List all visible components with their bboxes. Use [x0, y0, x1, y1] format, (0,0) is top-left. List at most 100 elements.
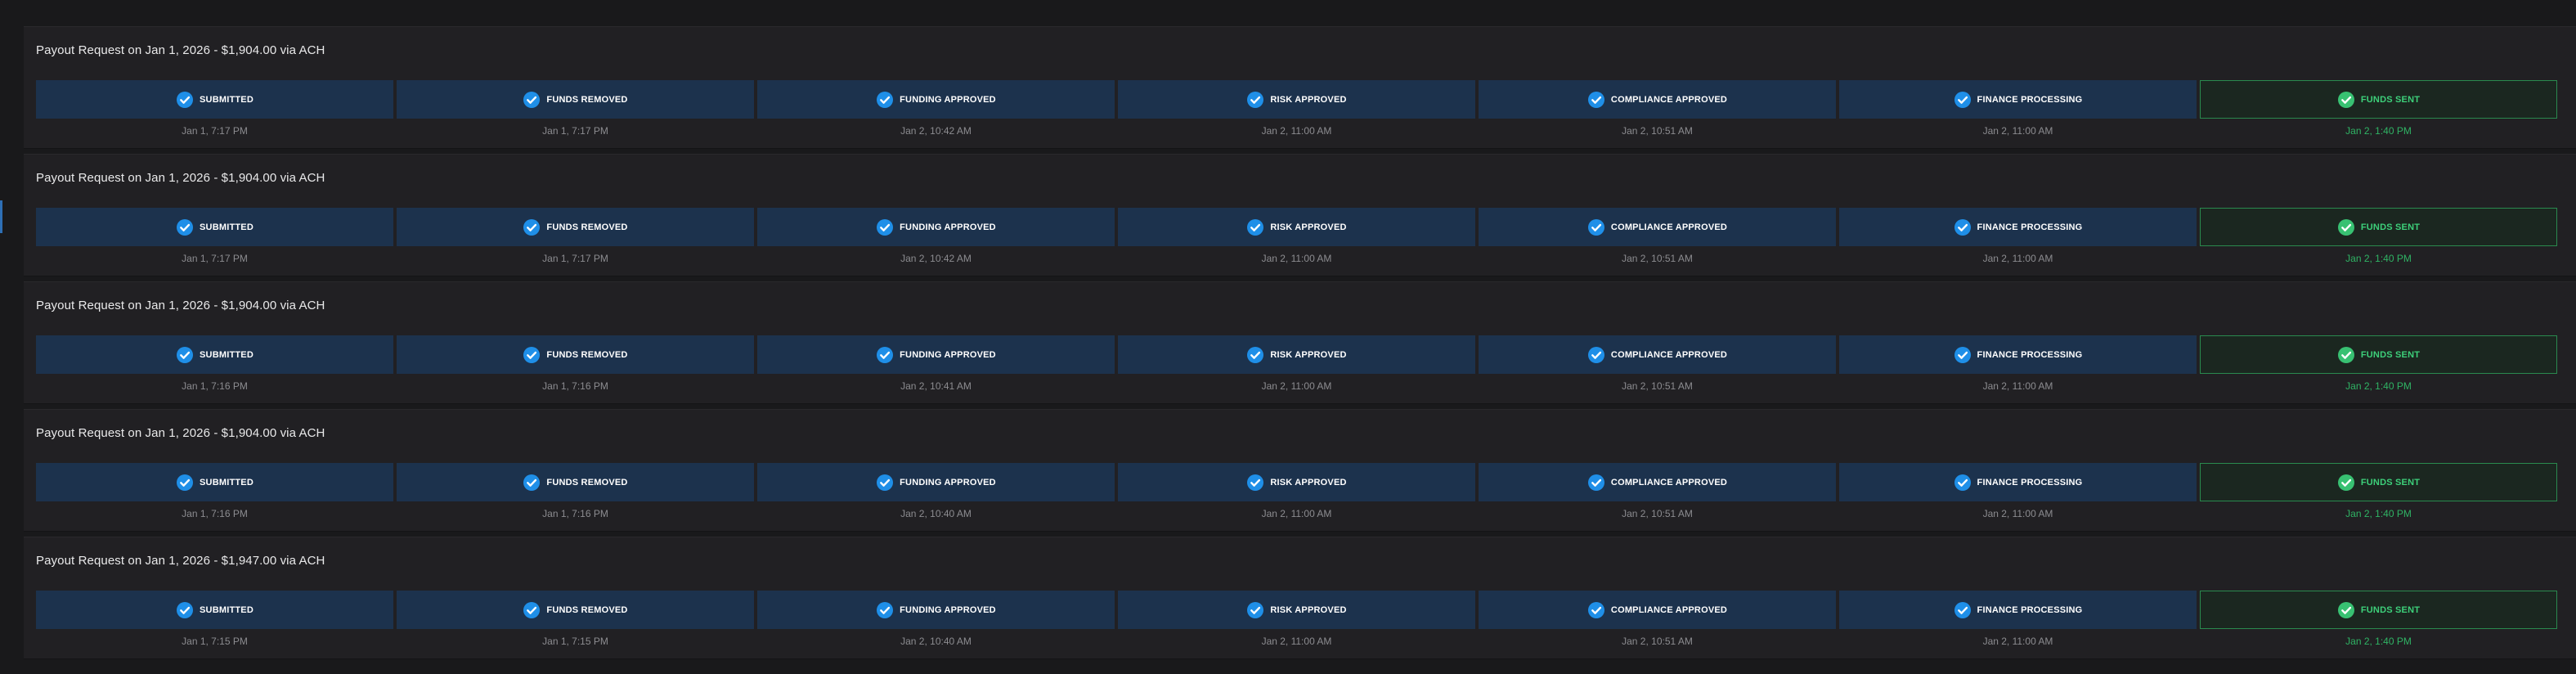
status-step-label: SUBMITTED	[200, 604, 254, 615]
status-step-badge: FUNDING APPROVED	[757, 80, 1115, 119]
status-step: FUNDS REMOVED Jan 1, 7:16 PM	[397, 463, 754, 519]
status-step: FUNDS REMOVED Jan 1, 7:16 PM	[397, 335, 754, 392]
status-step-time: Jan 2, 10:51 AM	[1622, 253, 1693, 264]
status-step-badge: FINANCE PROCESSING	[1839, 80, 2197, 119]
status-step-label: FUNDING APPROVED	[900, 222, 996, 232]
status-step: SUBMITTED Jan 1, 7:15 PM	[36, 591, 393, 647]
status-step: FUNDING APPROVED Jan 2, 10:41 AM	[757, 335, 1115, 392]
status-step-badge: FUNDS SENT	[2200, 335, 2557, 374]
status-step-time: Jan 2, 11:00 AM	[1982, 508, 2053, 519]
check-circle-icon	[1246, 474, 1264, 492]
status-step-time: Jan 2, 11:00 AM	[1982, 380, 2053, 392]
status-step-badge: SUBMITTED	[36, 208, 393, 246]
check-circle-icon	[176, 91, 194, 109]
status-step-funds-sent: FUNDS SENT Jan 2, 1:40 PM	[2200, 80, 2557, 137]
status-step-badge: FINANCE PROCESSING	[1839, 463, 2197, 501]
status-step-badge: RISK APPROVED	[1118, 335, 1475, 374]
check-circle-icon	[2337, 601, 2355, 619]
payout-request-card: Payout Request on Jan 1, 2026 - $1,947.0…	[24, 537, 2576, 659]
status-step-label: FUNDS REMOVED	[546, 349, 628, 360]
payout-status-timeline: SUBMITTED Jan 1, 7:15 PM FUNDS REMOVED J…	[36, 591, 2557, 647]
status-step-time: Jan 2, 1:40 PM	[2345, 380, 2412, 392]
status-step-label: COMPLIANCE APPROVED	[1610, 222, 1728, 232]
status-step: FINANCE PROCESSING Jan 2, 11:00 AM	[1839, 80, 2197, 137]
status-step-time: Jan 2, 10:51 AM	[1622, 636, 1693, 647]
payout-request-title: Payout Request on Jan 1, 2026 - $1,947.0…	[36, 554, 325, 568]
status-step-label: FINANCE PROCESSING	[1977, 222, 2083, 232]
status-step-time: Jan 2, 11:00 AM	[1982, 253, 2053, 264]
payout-request-card: Payout Request on Jan 1, 2026 - $1,904.0…	[24, 154, 2576, 276]
status-step-badge: COMPLIANCE APPROVED	[1479, 208, 1836, 246]
check-circle-icon	[176, 601, 194, 619]
status-step-time: Jan 2, 11:00 AM	[1261, 380, 1332, 392]
status-step: RISK APPROVED Jan 2, 11:00 AM	[1118, 80, 1475, 137]
status-step-time: Jan 1, 7:17 PM	[542, 125, 608, 137]
status-step-time: Jan 1, 7:16 PM	[182, 508, 248, 519]
status-step-time: Jan 2, 10:40 AM	[900, 508, 972, 519]
status-step-funds-sent: FUNDS SENT Jan 2, 1:40 PM	[2200, 463, 2557, 519]
status-step-label: COMPLIANCE APPROVED	[1610, 477, 1728, 488]
status-step: COMPLIANCE APPROVED Jan 2, 10:51 AM	[1479, 591, 1836, 647]
check-circle-icon	[876, 474, 894, 492]
status-step-badge: FUNDING APPROVED	[757, 208, 1115, 246]
payout-history-page: Payout Request on Jan 1, 2026 - $1,904.0…	[0, 0, 2576, 674]
payout-status-timeline: SUBMITTED Jan 1, 7:16 PM FUNDS REMOVED J…	[36, 335, 2557, 392]
check-circle-icon	[1246, 91, 1264, 109]
status-step-badge: COMPLIANCE APPROVED	[1479, 591, 1836, 629]
status-step-time: Jan 2, 10:51 AM	[1622, 508, 1693, 519]
status-step: FUNDS REMOVED Jan 1, 7:17 PM	[397, 208, 754, 264]
status-step-label: FUNDS SENT	[2360, 222, 2421, 232]
status-step-time: Jan 1, 7:17 PM	[542, 253, 608, 264]
status-step-badge: SUBMITTED	[36, 591, 393, 629]
check-circle-icon	[523, 601, 541, 619]
status-step-badge: FUNDING APPROVED	[757, 463, 1115, 501]
status-step: RISK APPROVED Jan 2, 11:00 AM	[1118, 463, 1475, 519]
status-step: RISK APPROVED Jan 2, 11:00 AM	[1118, 335, 1475, 392]
status-step-badge: RISK APPROVED	[1118, 208, 1475, 246]
status-step-badge: FUNDS REMOVED	[397, 591, 754, 629]
status-step-label: SUBMITTED	[200, 349, 254, 360]
status-step: SUBMITTED Jan 1, 7:16 PM	[36, 335, 393, 392]
status-step: RISK APPROVED Jan 2, 11:00 AM	[1118, 591, 1475, 647]
status-step-label: FUNDING APPROVED	[900, 94, 996, 105]
check-circle-icon	[876, 218, 894, 236]
status-step-label: FUNDS SENT	[2360, 477, 2421, 488]
check-circle-icon	[1954, 601, 1972, 619]
status-step-time: Jan 1, 7:16 PM	[542, 380, 608, 392]
status-step-badge: FUNDS SENT	[2200, 591, 2557, 629]
status-step-time: Jan 1, 7:17 PM	[182, 253, 248, 264]
check-circle-icon	[1246, 601, 1264, 619]
status-step-label: FINANCE PROCESSING	[1977, 94, 2083, 105]
status-step-time: Jan 2, 11:00 AM	[1982, 125, 2053, 137]
status-step-badge: FUNDING APPROVED	[757, 591, 1115, 629]
status-step: SUBMITTED Jan 1, 7:17 PM	[36, 208, 393, 264]
status-step-time: Jan 1, 7:17 PM	[182, 125, 248, 137]
check-circle-icon	[1587, 91, 1605, 109]
status-step-label: SUBMITTED	[200, 94, 254, 105]
check-circle-icon	[2337, 474, 2355, 492]
payout-request-list: Payout Request on Jan 1, 2026 - $1,904.0…	[24, 26, 2576, 664]
status-step-label: FUNDS REMOVED	[546, 94, 628, 105]
payout-request-title: Payout Request on Jan 1, 2026 - $1,904.0…	[36, 426, 325, 440]
status-step-badge: FUNDING APPROVED	[757, 335, 1115, 374]
status-step-label: FUNDS REMOVED	[546, 222, 628, 232]
status-step-badge: COMPLIANCE APPROVED	[1479, 80, 1836, 119]
status-step-label: FINANCE PROCESSING	[1977, 349, 2083, 360]
status-step: SUBMITTED Jan 1, 7:17 PM	[36, 80, 393, 137]
status-step-badge: FUNDS REMOVED	[397, 80, 754, 119]
status-step-label: RISK APPROVED	[1270, 349, 1347, 360]
status-step-label: RISK APPROVED	[1270, 222, 1347, 232]
status-step-label: FUNDING APPROVED	[900, 477, 996, 488]
status-step: FUNDS REMOVED Jan 1, 7:15 PM	[397, 591, 754, 647]
status-step-badge: COMPLIANCE APPROVED	[1479, 463, 1836, 501]
payout-request-title: Payout Request on Jan 1, 2026 - $1,904.0…	[36, 171, 325, 185]
status-step-time: Jan 2, 10:42 AM	[900, 125, 972, 137]
status-step-label: FINANCE PROCESSING	[1977, 604, 2083, 615]
status-step: FINANCE PROCESSING Jan 2, 11:00 AM	[1839, 591, 2197, 647]
status-step-time: Jan 1, 7:16 PM	[542, 508, 608, 519]
check-circle-icon	[1587, 601, 1605, 619]
status-step-time: Jan 1, 7:15 PM	[182, 636, 248, 647]
check-circle-icon	[523, 91, 541, 109]
check-circle-icon	[2337, 91, 2355, 109]
check-circle-icon	[1587, 218, 1605, 236]
